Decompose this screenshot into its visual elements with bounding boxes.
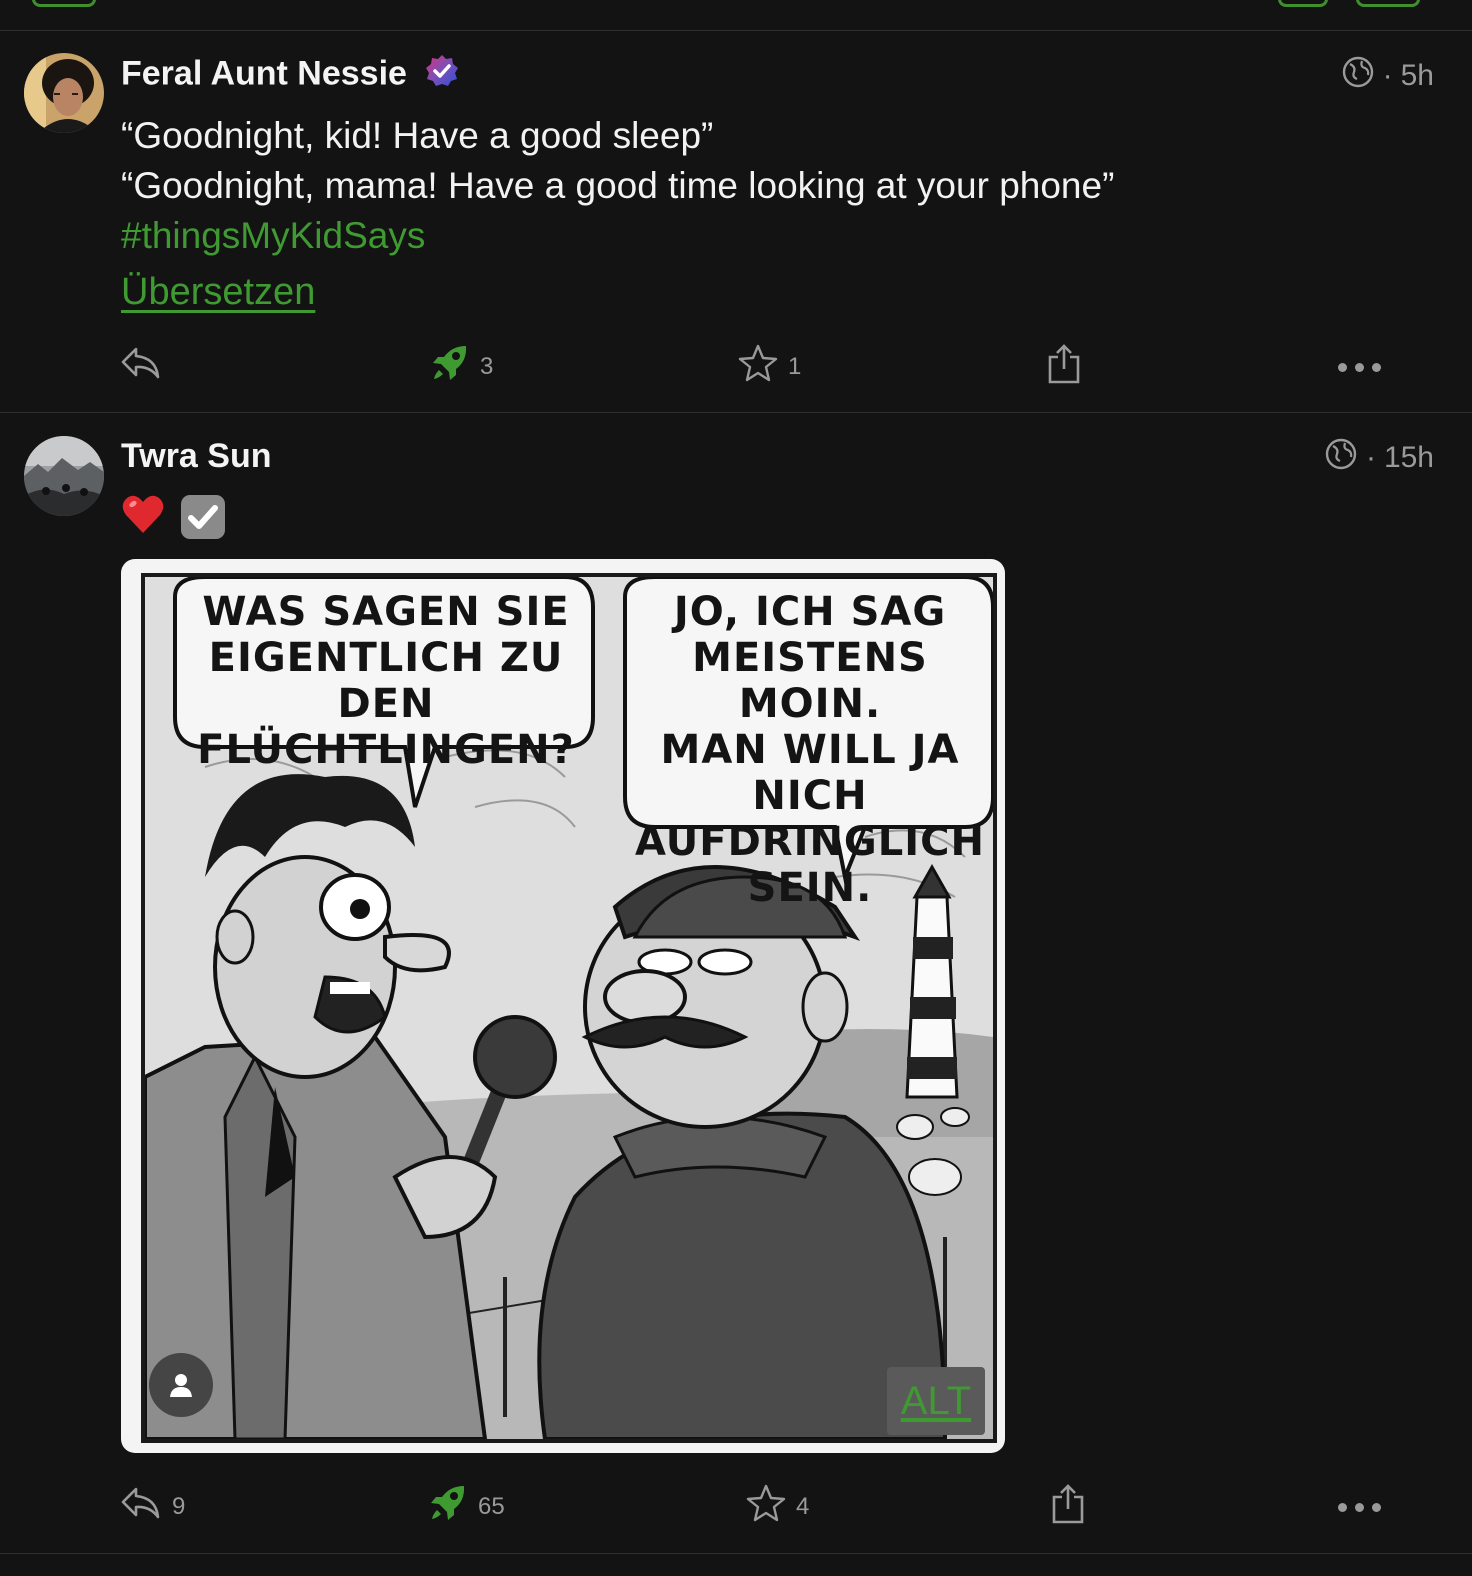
avatar[interactable] <box>24 53 104 133</box>
globe-icon <box>1324 437 1358 479</box>
reply-button[interactable] <box>120 343 172 390</box>
post-time[interactable]: 5h <box>1401 59 1434 93</box>
reply-icon <box>120 343 162 390</box>
share-icon <box>1050 1483 1086 1532</box>
boost-count: 65 <box>478 1492 505 1520</box>
avatar[interactable] <box>24 436 104 516</box>
tab-stub-left <box>32 0 96 7</box>
favourite-count: 1 <box>788 352 802 380</box>
boost-button[interactable]: 3 <box>430 343 493 390</box>
author-name[interactable]: Feral Aunt Nessie <box>121 54 407 92</box>
star-icon <box>746 1483 786 1530</box>
post-twra-sun[interactable]: Twra Sun · 15h WAS SAGEN SIE EIGENTLICH … <box>0 413 1472 1554</box>
comic-image: WAS SAGEN SIE EIGENTLICH ZU DEN FLÜCHTLI… <box>141 573 997 1443</box>
boost-button[interactable]: 65 <box>428 1483 505 1530</box>
separator: · <box>1382 59 1393 92</box>
boost-rocket-icon <box>428 1483 468 1530</box>
action-bar: 3 1 <box>0 343 1472 393</box>
share-button[interactable] <box>1050 1483 1086 1532</box>
content-line: “Goodnight, mama! Have a good time looki… <box>121 165 1115 206</box>
reply-icon <box>120 1483 162 1530</box>
more-icon[interactable] <box>1338 1503 1381 1512</box>
favourite-count: 4 <box>796 1492 810 1520</box>
more-icon[interactable] <box>1338 363 1381 372</box>
media-attachment[interactable]: WAS SAGEN SIE EIGENTLICH ZU DEN FLÜCHTLI… <box>121 559 1005 1453</box>
boost-count: 3 <box>480 352 494 380</box>
heart-emoji <box>121 493 165 540</box>
speech-bubble-right: JO, ICH SAG MEISTENS MOIN. MAN WILL JA N… <box>635 589 985 911</box>
hashtag-link[interactable]: #thingsMyKidSays <box>121 211 1114 261</box>
post-feral-aunt-nessie[interactable]: Feral Aunt Nessie · 5h “Goodnight, kid! … <box>0 31 1472 413</box>
globe-icon <box>1341 55 1375 97</box>
boost-rocket-icon <box>430 343 470 390</box>
share-icon <box>1046 343 1082 392</box>
separator: · <box>1365 441 1376 474</box>
speech-bubble-left: WAS SAGEN SIE EIGENTLICH ZU DEN FLÜCHTLI… <box>197 589 575 773</box>
star-icon <box>738 343 778 390</box>
action-bar: 9 65 4 <box>0 1483 1472 1533</box>
alt-text-button[interactable]: ALT <box>887 1367 985 1435</box>
translate-link[interactable]: Übersetzen <box>121 271 315 314</box>
previous-post-edge <box>0 0 1472 31</box>
verified-badge-icon <box>424 53 460 98</box>
reply-button[interactable]: 9 <box>120 1483 185 1530</box>
author-name[interactable]: Twra Sun <box>121 437 272 476</box>
post-content <box>121 493 225 540</box>
tab-stub-mid <box>1278 0 1328 7</box>
share-button[interactable] <box>1046 343 1082 392</box>
checkmark-emoji <box>181 494 225 539</box>
post-content: “Goodnight, kid! Have a good sleep” “Goo… <box>121 111 1114 261</box>
tab-stub-right <box>1356 0 1420 7</box>
favourite-button[interactable]: 1 <box>738 343 801 390</box>
person-icon[interactable] <box>149 1353 213 1417</box>
reply-count: 9 <box>172 1492 186 1520</box>
favourite-button[interactable]: 4 <box>746 1483 809 1530</box>
content-line: “Goodnight, kid! Have a good sleep” <box>121 115 714 156</box>
post-time[interactable]: 15h <box>1384 441 1434 475</box>
